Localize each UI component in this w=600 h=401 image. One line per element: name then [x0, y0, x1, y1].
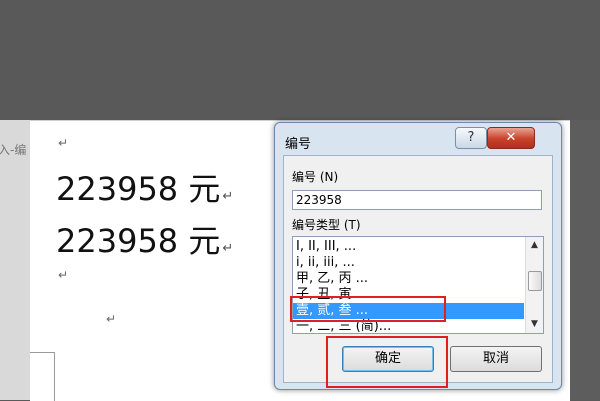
close-button[interactable]: ✕ [487, 127, 535, 149]
highlight-selected-type [290, 296, 446, 322]
paragraph-mark: ↵ [58, 268, 69, 282]
amount-text: 223958 元 [56, 170, 221, 208]
number-label: 编号 (N) [292, 170, 339, 184]
list-item-roman-upper[interactable]: I, II, III, ... [293, 239, 524, 255]
highlight-ok-button [326, 336, 448, 388]
list-scrollbar[interactable]: ▲ ▼ [525, 237, 543, 333]
page-corner-marker [30, 352, 55, 401]
amount-text: 223958 元 [56, 222, 221, 260]
scroll-up-arrow-icon[interactable]: ▲ [526, 237, 543, 254]
list-item-heavenly-stems[interactable]: 甲, 乙, 丙 ... [293, 271, 524, 287]
list-item-roman-lower[interactable]: i, ii, iii, ... [293, 255, 524, 271]
number-type-label: 编号类型 (T) [292, 218, 361, 232]
scroll-thumb[interactable] [528, 271, 542, 291]
number-input[interactable] [292, 190, 542, 210]
document-line-2[interactable]: 223958 元 ↵ [56, 216, 233, 262]
dialog-title: 编号 [285, 137, 312, 152]
paragraph-mark: ↵ [106, 312, 117, 326]
help-button[interactable]: ? [455, 127, 487, 149]
scroll-down-arrow-icon[interactable]: ▼ [526, 316, 543, 333]
cancel-button[interactable]: 取消 [450, 346, 542, 372]
document-line-1[interactable]: 223958 元 ↵ [56, 164, 233, 210]
left-panel [0, 120, 30, 400]
paragraph-mark: ↵ [58, 136, 69, 150]
right-margin [570, 120, 600, 400]
paragraph-mark: ↵ [222, 189, 234, 204]
left-panel-label: 入-编 [0, 143, 27, 157]
paragraph-mark: ↵ [222, 241, 234, 256]
workspace-background [0, 0, 600, 120]
